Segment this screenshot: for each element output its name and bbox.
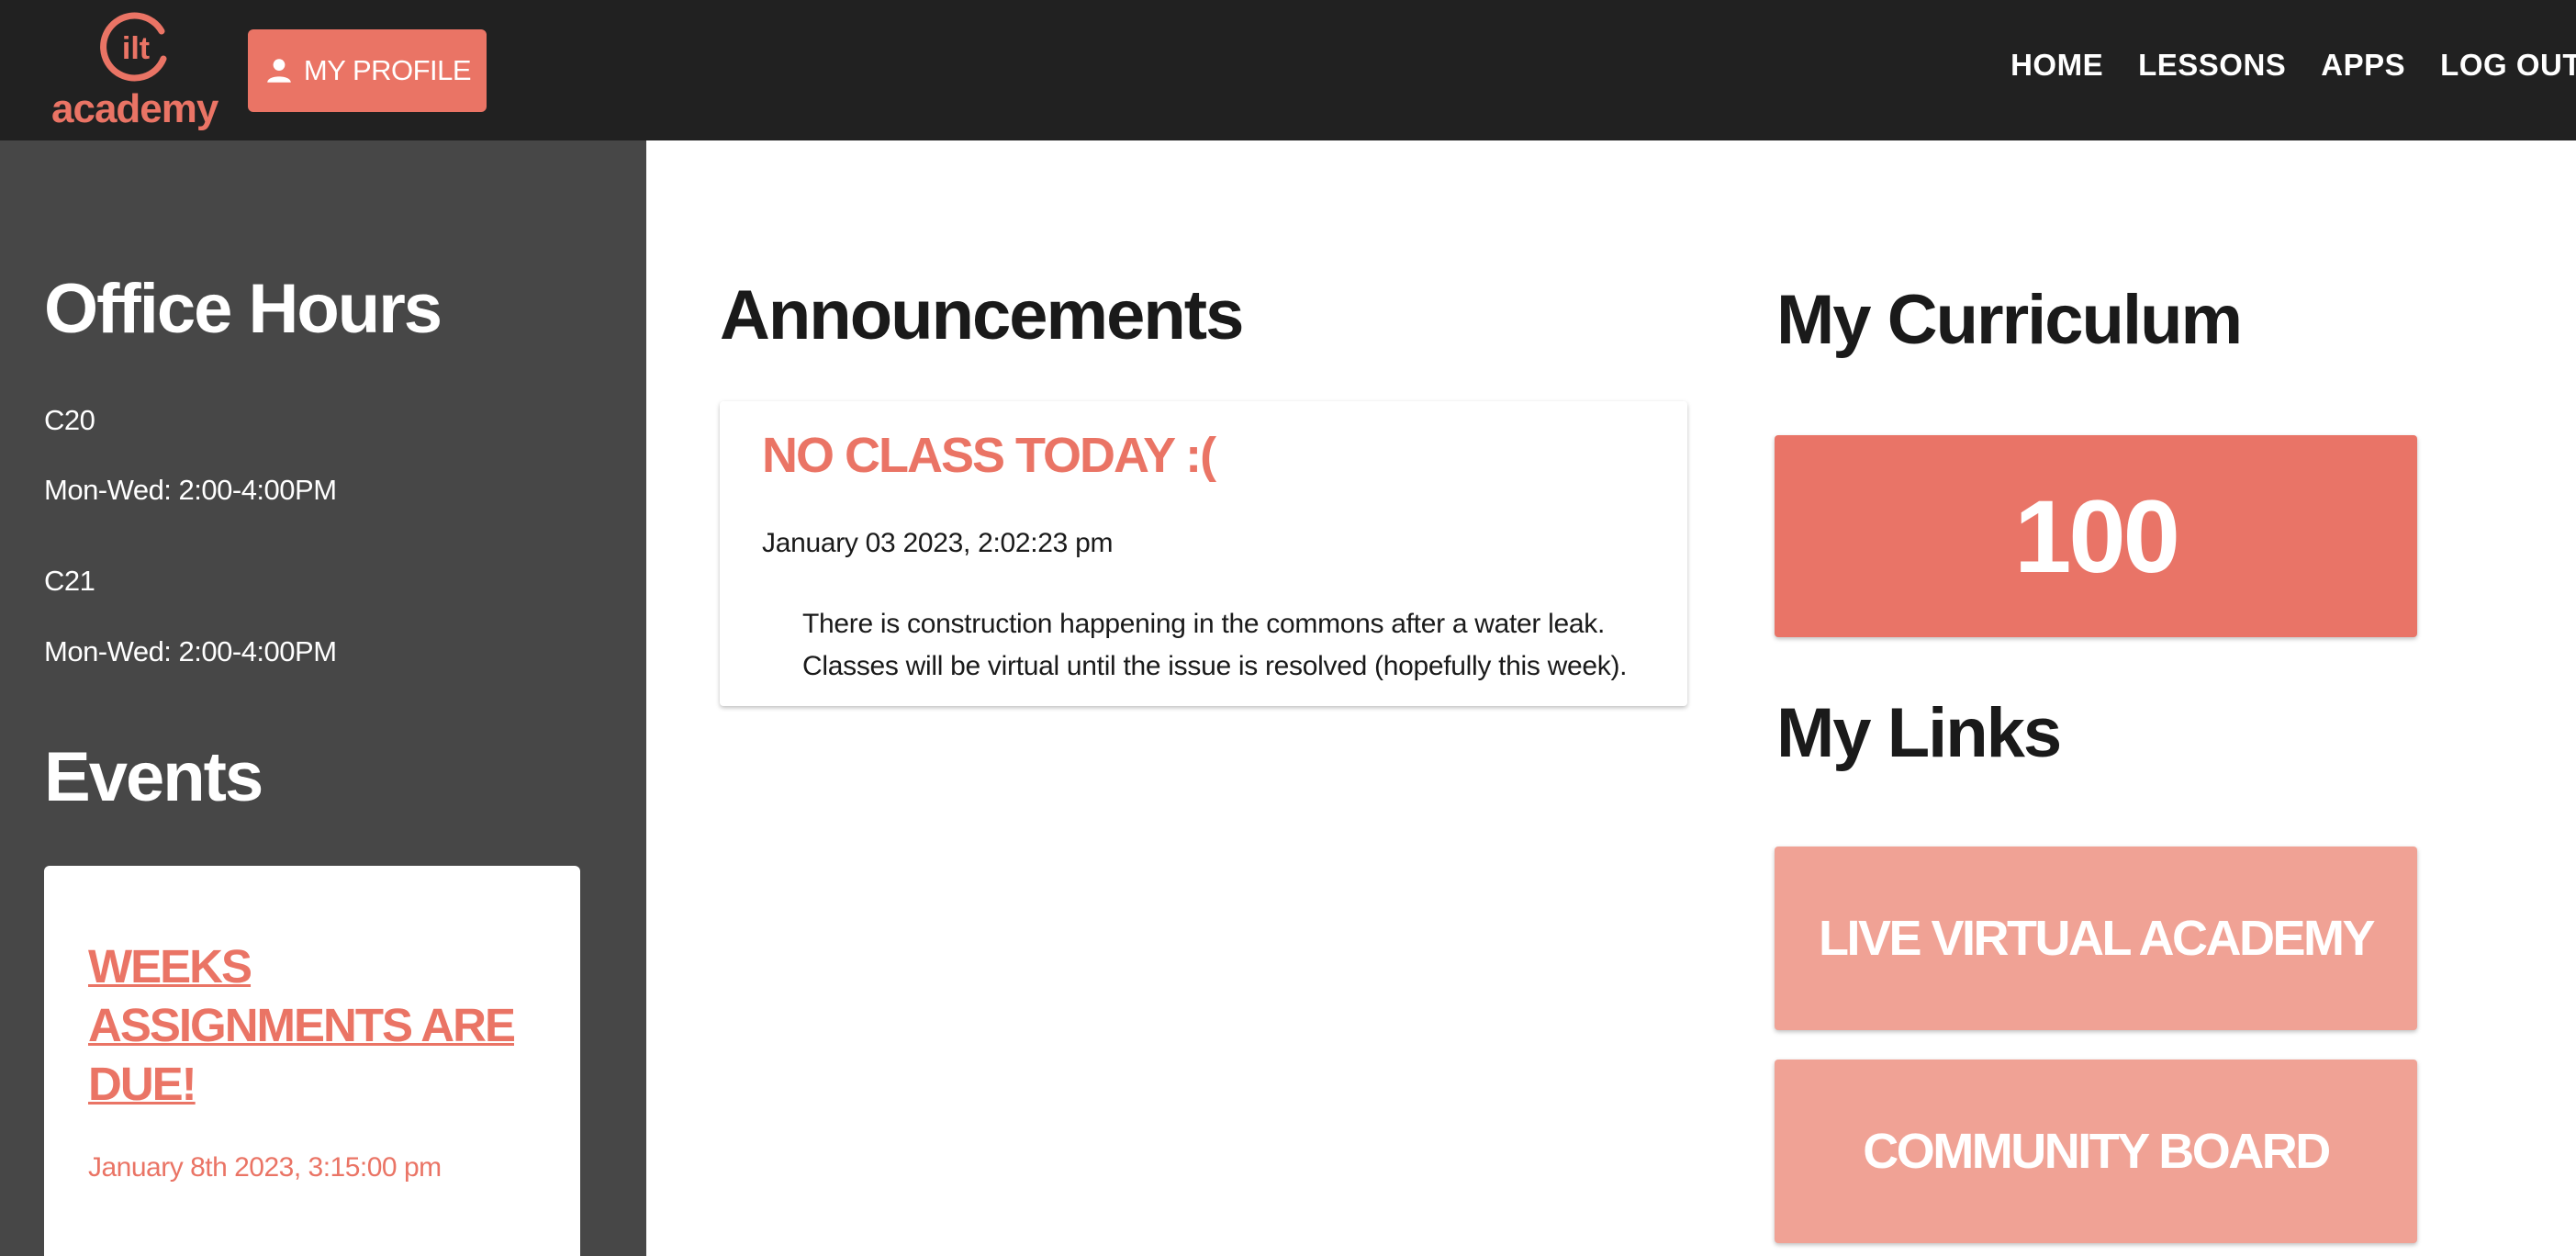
office-hours-room: C20 [44,404,95,436]
event-title-link[interactable]: WEEKS ASSIGNMENTS ARE DUE! [88,937,547,1114]
announcements-title: Announcements [720,276,1244,354]
ilt-logo-icon: ilt [100,12,167,82]
announcement-headline: NO CLASS TODAY :( [762,428,1216,483]
my-links-title: My Links [1776,694,2062,772]
svg-text:ilt: ilt [122,31,150,66]
nav-apps[interactable]: APPS [2321,48,2405,83]
academy-logo[interactable]: ilt academy [51,7,226,136]
person-icon [267,59,291,83]
top-navigation-bar: ilt academy MY PROFILE HOME LESSONS APPS… [0,0,2576,140]
event-card: WEEKS ASSIGNMENTS ARE DUE! January 8th 2… [44,866,580,1256]
curriculum-score: 100 [1775,435,2417,637]
my-curriculum-title: My Curriculum [1776,281,2243,359]
office-hours-time: Mon-Wed: 2:00-4:00PM [44,474,337,506]
office-hours-title: Office Hours [44,270,442,348]
sidebar: Office Hours C20 Mon-Wed: 2:00-4:00PM C2… [0,140,646,1256]
my-profile-label: MY PROFILE [303,54,472,86]
announcement-card: NO CLASS TODAY :( January 03 2023, 2:02:… [720,401,1687,706]
main-nav: HOME LESSONS APPS LOG OUT [2010,48,2576,83]
announcement-body-line: Classes will be virtual until the issue … [802,651,1628,681]
announcement-body-line: There is construction happening in the c… [802,609,1606,639]
announcement-body: There is construction happening in the c… [802,603,1674,688]
my-profile-button[interactable]: MY PROFILE [248,29,487,112]
nav-home[interactable]: HOME [2010,48,2103,83]
announcement-date: January 03 2023, 2:02:23 pm [762,528,1114,558]
community-board-button[interactable]: COMMUNITY BOARD [1775,1060,2417,1243]
events-title: Events [44,738,263,816]
nav-lessons[interactable]: LESSONS [2138,48,2286,83]
office-hours-room: C21 [44,565,95,597]
logo-text: academy [51,86,218,131]
live-virtual-academy-button[interactable]: LIVE VIRTUAL ACADEMY [1775,847,2417,1030]
nav-log-out[interactable]: LOG OUT [2440,48,2576,83]
event-date: January 8th 2023, 3:15:00 pm [88,1152,442,1183]
office-hours-time: Mon-Wed: 2:00-4:00PM [44,635,337,667]
